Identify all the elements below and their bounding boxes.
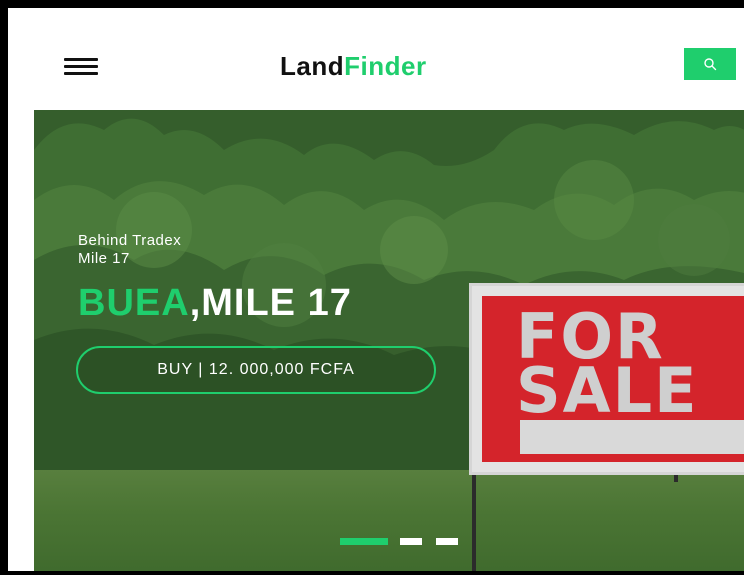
- menu-line: [64, 65, 98, 68]
- search-button[interactable]: [684, 48, 736, 80]
- location-subtitle-line-2: Mile 17: [78, 250, 130, 267]
- carousel-dot-3[interactable]: [436, 538, 458, 545]
- sign-text-sale: SALE: [516, 354, 699, 427]
- top-header: LandFinder: [8, 8, 744, 112]
- brand-part-finder: Finder: [344, 51, 427, 81]
- location-subtitle-line-1: Behind Tradex: [78, 232, 182, 249]
- buy-price-button[interactable]: BUY | 12. 000,000 FCFA: [76, 346, 436, 394]
- location-title: BUEA,MILE 17: [78, 282, 352, 325]
- for-sale-sign-image: FOR SALE: [472, 286, 744, 472]
- app-frame: LandFinder FOR SALE Behind Tradex Mile 1…: [0, 0, 744, 575]
- menu-line: [64, 72, 98, 75]
- hero-slider[interactable]: FOR SALE Behind Tradex Mile 17 BUEA,MILE…: [34, 110, 744, 571]
- menu-line: [64, 58, 98, 61]
- grass-ground: [34, 470, 744, 571]
- search-icon: [704, 58, 717, 71]
- carousel-dot-1[interactable]: [340, 538, 388, 545]
- brand-part-land: Land: [280, 51, 345, 81]
- location-title-city: BUEA: [78, 282, 190, 324]
- location-title-rest: ,MILE 17: [189, 282, 352, 324]
- hamburger-menu-icon[interactable]: [64, 56, 100, 78]
- carousel-dot-2[interactable]: [400, 538, 422, 545]
- brand-logo[interactable]: LandFinder: [280, 48, 427, 84]
- sign-red-panel: FOR SALE: [482, 296, 744, 462]
- sign-post: [472, 470, 476, 571]
- location-subtitle: Behind Tradex Mile 17: [78, 232, 181, 268]
- sign-white-bar: [520, 420, 744, 454]
